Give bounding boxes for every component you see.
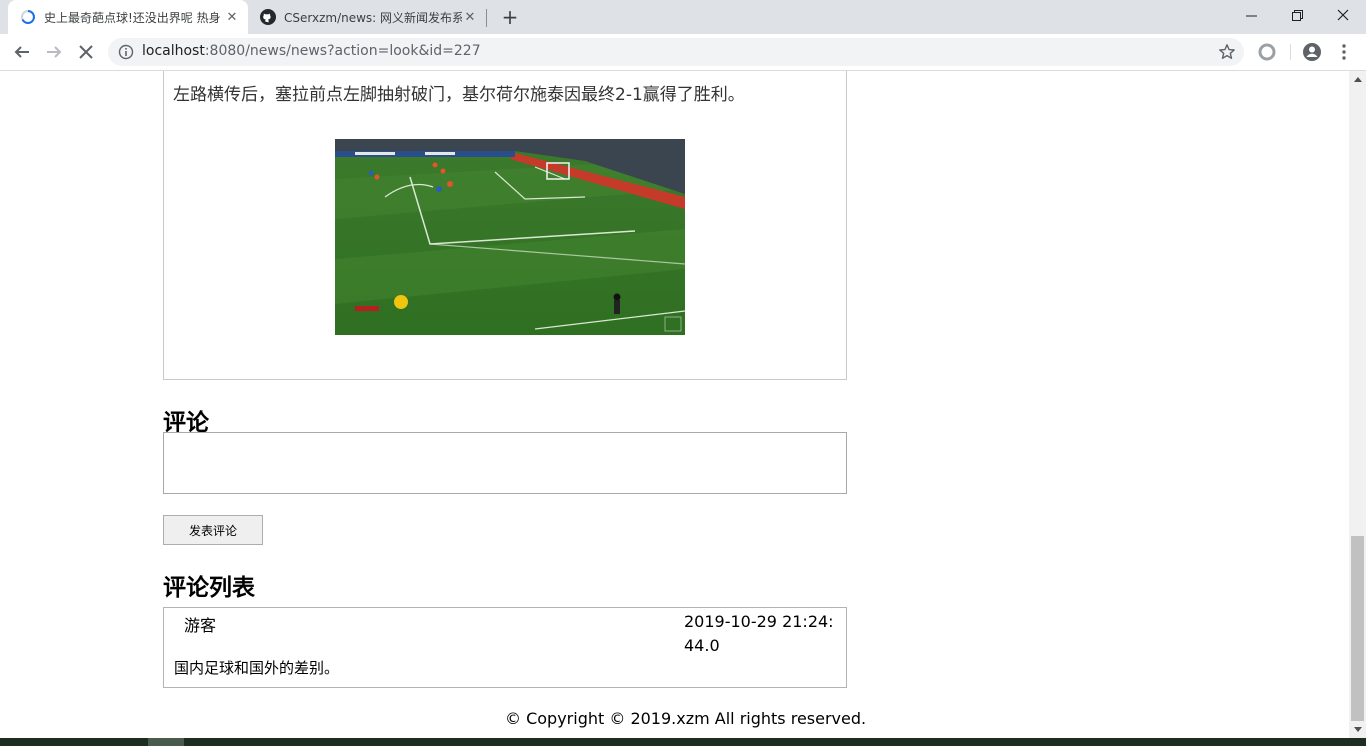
taskbar-active-item[interactable] [148,738,184,746]
submit-comment-button[interactable]: 发表评论 [163,515,263,545]
close-tab-icon[interactable]: ✕ [462,9,478,25]
account-icon [1303,43,1321,61]
address-bar[interactable]: localhost:8080/news/news?action=look&id=… [108,38,1244,66]
vertical-scrollbar[interactable] [1349,71,1366,738]
article-image [335,139,685,335]
bookmark-star-icon[interactable] [1218,43,1236,61]
toolbar-divider [1290,44,1291,60]
comment-list-heading: 评论列表 [163,575,255,601]
scrollbar-thumb[interactable] [1351,536,1364,721]
loading-spinner-icon [20,9,36,25]
comment-timestamp: 2019-10-29 21:24:44.0 [684,612,834,655]
close-window-icon [1337,9,1349,21]
comment-list-item: 游客 2019-10-29 21:24:44.0 国内足球和国外的差别。 [163,607,847,688]
extension-circle-icon [1258,43,1276,61]
page-viewport: 左路横传后，塞拉前点左脚抽射破门，基尔荷尔施泰因最终2-1赢得了胜利。 评论 发… [0,71,1349,738]
tab-github[interactable]: CSerxzm/news: 网义新闻发布系 ✕ [248,0,486,34]
close-tab-icon[interactable]: ✕ [224,9,240,25]
scroll-up-arrow-icon[interactable] [1349,71,1366,88]
tab-title: CSerxzm/news: 网义新闻发布系 [284,10,462,25]
minimize-icon [1245,15,1257,16]
restore-icon [1291,9,1303,21]
back-button[interactable] [8,38,36,66]
os-taskbar [0,738,1366,746]
article-paragraph: 左路横传后，塞拉前点左脚抽射破门，基尔荷尔施泰因最终2-1赢得了胜利。 [173,85,745,105]
url-text[interactable]: localhost:8080/news/news?action=look&id=… [142,43,481,59]
back-arrow-icon [14,46,29,58]
profile-button[interactable] [1302,42,1322,62]
url-path: :8080/news/news?action=look&id=227 [204,43,481,59]
info-icon[interactable] [118,44,134,60]
github-icon [260,9,276,25]
forward-button[interactable] [40,38,68,66]
close-window-button[interactable] [1320,0,1366,30]
tab-news-article[interactable]: 史上最奇葩点球!还没出界呢 热身 ✕ [8,0,248,34]
restore-button[interactable] [1274,0,1320,30]
forward-arrow-icon [47,46,62,58]
new-tab-button[interactable]: + [498,5,522,29]
menu-button[interactable] [1334,42,1354,62]
tab-title: 史上最奇葩点球!还没出界呢 热身 [44,10,221,25]
tab-strip: 史上最奇葩点球!还没出界呢 热身 ✕ CSerxzm/news: 网义新闻发布系… [0,0,1366,34]
comment-author: 游客 [184,616,217,635]
comment-content: 国内足球和国外的差别。 [174,659,340,677]
minimize-button[interactable] [1228,0,1274,30]
comment-textarea[interactable] [163,432,847,494]
more-vert-icon [1342,44,1346,60]
tab-separator [486,9,487,27]
stop-icon [79,45,93,59]
url-host: localhost [142,43,205,59]
scroll-down-arrow-icon[interactable] [1349,721,1366,738]
browser-toolbar: localhost:8080/news/news?action=look&id=… [0,34,1366,71]
extension-button[interactable] [1257,42,1277,62]
stop-loading-button[interactable] [72,38,100,66]
page-footer: © Copyright © 2019.xzm All rights reserv… [505,709,867,728]
